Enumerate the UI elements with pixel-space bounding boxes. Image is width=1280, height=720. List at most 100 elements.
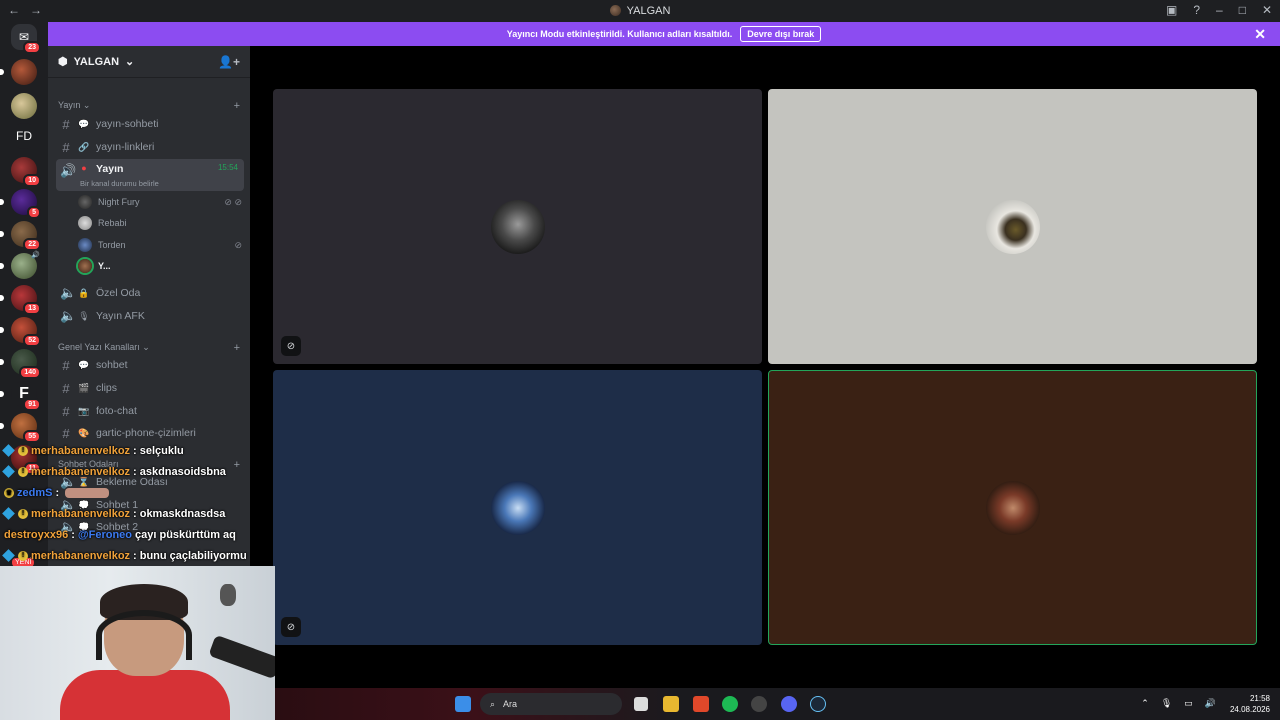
channel-label: yayın-linkleri: [96, 141, 155, 153]
server-icon-11[interactable]: F 91: [0, 381, 41, 411]
server-fd[interactable]: FD: [11, 123, 37, 149]
badge-crown-icon: ♛: [4, 487, 14, 498]
server-badge: 5: [27, 206, 41, 219]
badge-coin-icon: !: [18, 550, 28, 561]
volume-icon[interactable]: 🔊: [1205, 698, 1216, 709]
server-badge: 10: [23, 174, 41, 187]
participant-tile-night-fury[interactable]: ⊘: [273, 89, 762, 364]
server-icon-7[interactable]: 🔊: [0, 252, 40, 279]
unread-pill: [0, 231, 4, 237]
file-explorer-icon[interactable]: [663, 696, 679, 712]
voice-user-self[interactable]: Y...: [78, 256, 242, 276]
chat-nick: merhabanenvelkoz: [31, 549, 131, 562]
server-fd-label: FD: [16, 129, 32, 143]
avatar: [490, 480, 545, 535]
maximize-icon[interactable]: □: [1239, 3, 1246, 17]
server-icon-6[interactable]: 22: [0, 221, 41, 251]
badge-diamond-icon: [2, 507, 15, 520]
channel-foto-chat[interactable]: # 📷 foto-chat: [56, 401, 244, 421]
forward-arrow-icon[interactable]: →: [30, 3, 42, 17]
text-channel-icon: #: [62, 139, 70, 155]
voice-user-rebabi[interactable]: Rebabi: [78, 213, 242, 233]
category-yayin[interactable]: Yayın ⌄ +: [58, 100, 240, 112]
network-icon[interactable]: ▭: [1184, 698, 1193, 709]
disable-streamer-mode-button[interactable]: Devre dışı bırak: [740, 26, 822, 42]
participant-tile-self[interactable]: [768, 370, 1257, 645]
add-channel-icon[interactable]: +: [234, 342, 240, 354]
voice-user-torden[interactable]: Torden ⊘: [78, 235, 242, 255]
voice-channel-yayin-afk[interactable]: 🔈 🎙 Yayın AFK: [56, 306, 244, 326]
chat-message: ! merhabanenvelkoz: selçuklu: [0, 440, 270, 461]
voice-channel-yayin[interactable]: 🔊 ● Yayın 15:54 Bir kanal durumu belirle: [56, 159, 244, 191]
avatar: [985, 199, 1040, 254]
taskbar-clock[interactable]: 21:58 24.08.2026: [1230, 693, 1270, 715]
add-channel-icon[interactable]: +: [234, 100, 240, 112]
taskbar-search[interactable]: ⌕ Ara: [480, 693, 622, 715]
task-view-icon[interactable]: [634, 697, 648, 711]
chat-message: ! merhabanenvelkoz: askdnasoidsbna: [0, 461, 270, 482]
server-icon-1[interactable]: [0, 59, 37, 85]
chevron-up-icon[interactable]: ⌃: [1141, 698, 1149, 709]
server-icon-4[interactable]: 10: [11, 157, 41, 187]
server-icon-9[interactable]: 52: [0, 317, 41, 347]
steam-icon[interactable]: [810, 696, 826, 712]
title-bar: ← → YALGAN ▣ ? – □ ✕: [0, 0, 1280, 21]
text-channel-icon: #: [62, 357, 70, 373]
server-icon-2[interactable]: [11, 93, 37, 119]
channel-clips[interactable]: # 🎬 clips: [56, 378, 244, 398]
server-icon-12[interactable]: 55: [0, 413, 41, 443]
badge-diamond-icon: [2, 549, 15, 562]
microphone-icon[interactable]: 🎙: [1161, 698, 1172, 709]
category-genel[interactable]: Genel Yazı Kanalları ⌄ +: [58, 342, 240, 354]
server-header[interactable]: ⬢ YALGAN ⌄ 👤+: [48, 46, 250, 78]
participant-tile-torden[interactable]: ⊘: [273, 370, 762, 645]
emote-image: [65, 487, 110, 498]
set-channel-status[interactable]: Bir kanal durumu belirle: [80, 179, 159, 188]
channel-label: foto-chat: [96, 405, 137, 417]
category-label: Genel Yazı Kanalları: [58, 342, 140, 352]
dm-badge: 23: [23, 41, 41, 54]
invite-people-icon[interactable]: 👤+: [218, 55, 240, 69]
user-name: Night Fury: [98, 197, 140, 207]
badge-coin-icon: !: [18, 508, 28, 519]
obs-icon[interactable]: [751, 696, 767, 712]
channel-yayin-linkleri[interactable]: # 🔗 yayın-linkleri: [56, 137, 244, 157]
server-badge: 140: [19, 366, 41, 379]
lock-icon: 🔒: [78, 287, 90, 298]
server-icon-5[interactable]: 5: [0, 189, 41, 219]
search-icon: ⌕: [490, 698, 496, 709]
streamer-mode-notice: Yayıncı Modu etkinleştirildi. Kullanıcı …: [48, 22, 1280, 46]
channel-sohbet[interactable]: # 💬 sohbet: [56, 355, 244, 375]
speaker-icon: 🔊: [60, 163, 77, 178]
voice-channel-ozel-oda[interactable]: 🔈 🔒 Özel Oda: [56, 283, 244, 303]
chat-text: okmaskdnasdsa: [139, 507, 226, 520]
minimize-icon[interactable]: –: [1216, 3, 1223, 17]
back-arrow-icon[interactable]: ←: [8, 3, 20, 17]
search-placeholder: Ara: [503, 699, 518, 709]
voice-timer: 15:54: [217, 163, 238, 172]
close-notice-icon[interactable]: ✕: [1254, 26, 1266, 43]
badge-diamond-icon: [2, 444, 15, 457]
help-icon[interactable]: ?: [1193, 3, 1200, 17]
unread-pill: [0, 327, 4, 333]
speech-bubble-icon: 💬: [78, 359, 90, 370]
server-icon-8[interactable]: 13: [0, 285, 41, 315]
discord-taskbar-icon[interactable]: [781, 696, 797, 712]
brave-browser-icon[interactable]: [693, 696, 709, 712]
inbox-icon[interactable]: ▣: [1166, 3, 1177, 17]
window-controls: ▣ ? – □ ✕: [1166, 3, 1272, 17]
badge-diamond-icon: [2, 465, 15, 478]
unread-pill: [0, 359, 4, 365]
stream-chat-overlay: ! merhabanenvelkoz: selçuklu ! merhabane…: [0, 440, 270, 566]
spotify-icon[interactable]: [722, 696, 738, 712]
window-title: YALGAN: [609, 5, 670, 17]
windows-start-icon[interactable]: [455, 696, 471, 712]
server-icon-10[interactable]: 140: [0, 349, 41, 379]
participant-tile-rebabi[interactable]: [768, 89, 1257, 364]
text-channel-icon: #: [62, 403, 70, 419]
direct-messages-button[interactable]: ✉ 23: [11, 24, 41, 54]
close-window-icon[interactable]: ✕: [1262, 3, 1272, 17]
chevron-down-icon: ⌄: [125, 56, 135, 68]
channel-yayin-sohbeti[interactable]: # 💬 yayın-sohbeti: [56, 114, 244, 134]
voice-user-night-fury[interactable]: Night Fury ⊘ ⊘: [78, 192, 242, 212]
